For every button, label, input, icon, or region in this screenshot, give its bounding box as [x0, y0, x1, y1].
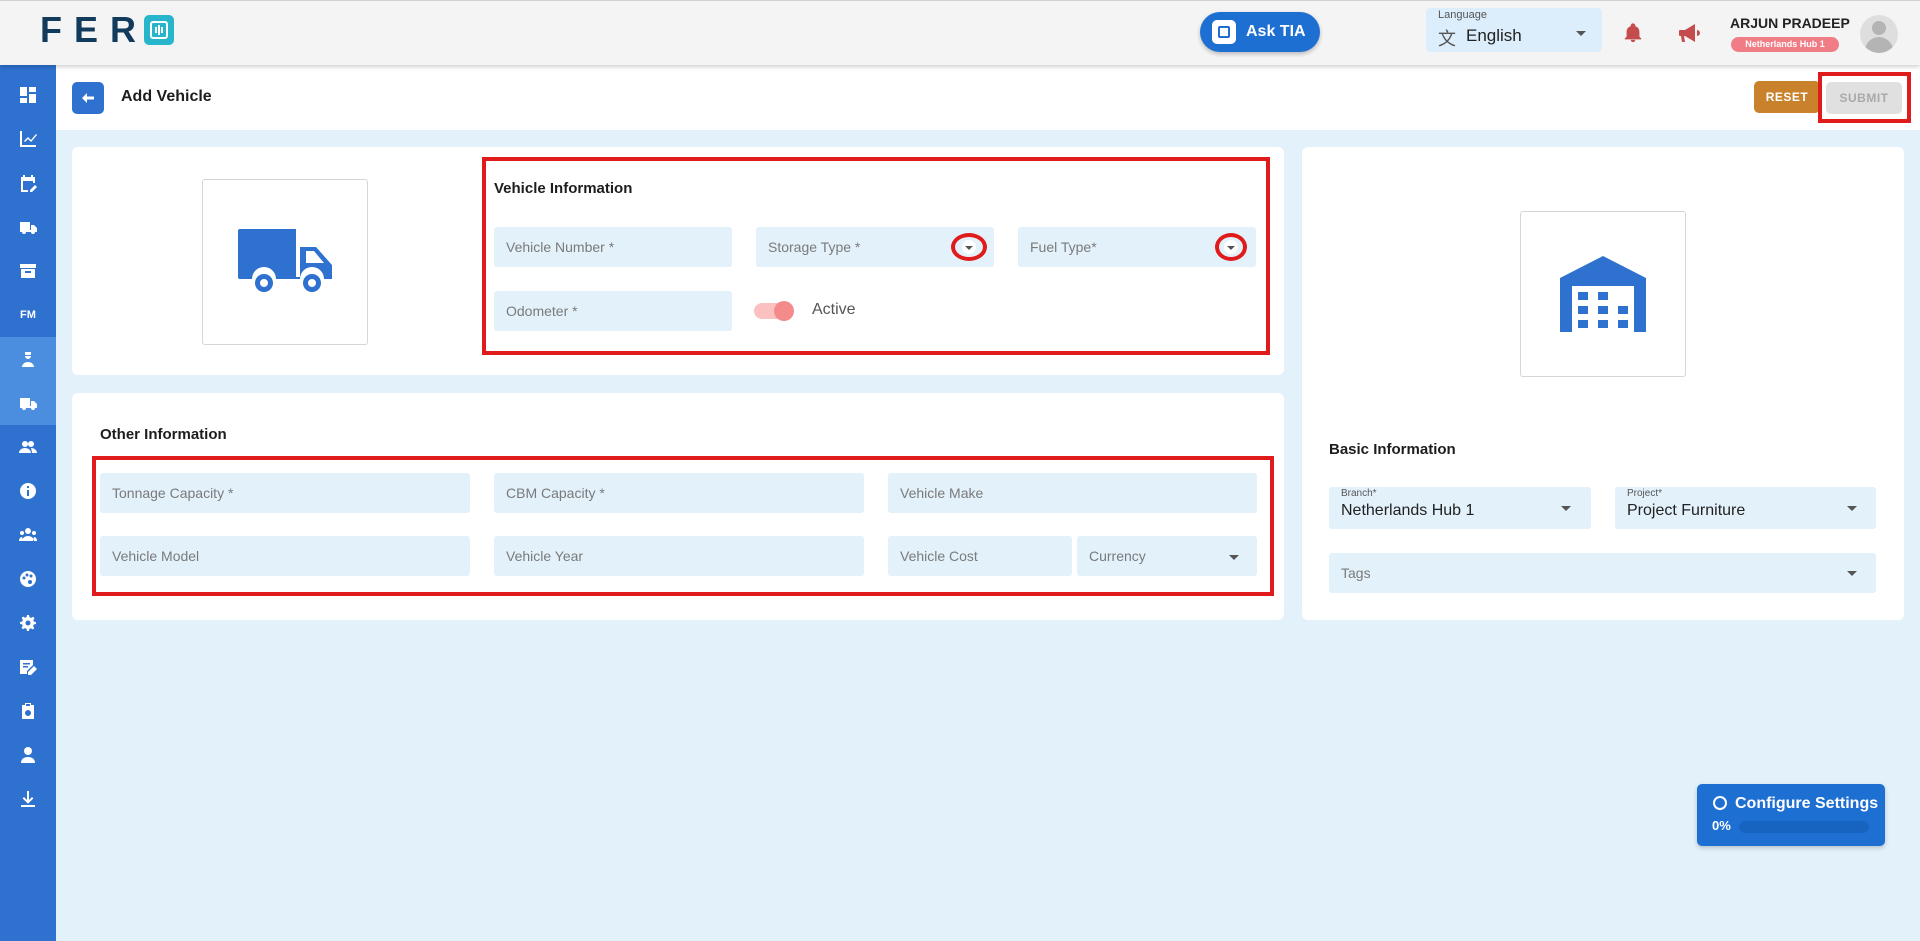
user-name[interactable]: ARJUN PRADEEP [1730, 15, 1850, 31]
project-select[interactable]: Project* Project Furniture [1615, 487, 1876, 529]
chevron-down-icon [1576, 31, 1586, 36]
fm-icon: FM [20, 309, 36, 321]
vehicle-model-input[interactable]: Vehicle Model [100, 536, 470, 576]
tonnage-capacity-input[interactable]: Tonnage Capacity * [100, 473, 470, 513]
edit-document-icon [20, 660, 37, 675]
tia-icon [1212, 20, 1236, 44]
chevron-down-icon [962, 240, 976, 254]
back-button[interactable] [72, 82, 104, 114]
currency-select[interactable]: Currency [1077, 536, 1257, 576]
palette-icon [20, 571, 36, 587]
bell-icon[interactable] [1622, 21, 1644, 45]
logo-o-icon [144, 15, 174, 45]
archive-icon [20, 264, 36, 278]
sidebar-item-user-manage[interactable] [0, 733, 56, 777]
settings-icon [20, 615, 36, 631]
vehicle-number-input[interactable]: Vehicle Number * [494, 227, 732, 267]
sidebar: FM [0, 65, 56, 941]
vehicle-cost-input[interactable]: Vehicle Cost [888, 536, 1072, 576]
sidebar-item-edit-document[interactable] [0, 645, 56, 689]
sidebar-item-download[interactable] [0, 777, 56, 821]
configure-settings-widget[interactable]: Configure Settings 0% [1697, 784, 1885, 846]
user-manage-icon [21, 747, 35, 763]
analytics-icon [20, 131, 37, 147]
sidebar-item-archive[interactable] [0, 249, 56, 293]
team-icon [19, 528, 37, 541]
chevron-down-icon [1847, 506, 1857, 511]
progress-bar [1739, 821, 1869, 833]
branch-select[interactable]: Branch* Netherlands Hub 1 [1329, 487, 1591, 529]
warehouse-image-upload[interactable] [1520, 211, 1686, 377]
sidebar-item-team[interactable] [0, 513, 56, 557]
translate-icon: 文 [1438, 29, 1456, 49]
page-titlebar: Add Vehicle RESET SUBMIT [56, 65, 1920, 130]
vehicle-info-title: Vehicle Information [494, 180, 633, 197]
vehicle-year-input[interactable]: Vehicle Year [494, 536, 864, 576]
vehicle-icon [20, 398, 37, 410]
top-header: FER Ask TIA Language 文 English ARJUN PRA… [0, 0, 1920, 65]
sidebar-item-delivery[interactable] [0, 205, 56, 249]
sidebar-item-analytics[interactable] [0, 117, 56, 161]
sidebar-item-vehicle[interactable] [0, 381, 56, 425]
delivery-truck-icon [20, 222, 37, 234]
megaphone-icon[interactable] [1678, 22, 1704, 44]
chevron-down-icon [1561, 506, 1571, 511]
cbm-capacity-input[interactable]: CBM Capacity * [494, 473, 864, 513]
chevron-down-icon [1847, 571, 1857, 576]
truck-icon [238, 229, 332, 292]
warehouse-icon [1560, 256, 1646, 332]
sidebar-item-fm[interactable]: FM [0, 293, 56, 337]
sidebar-item-driver[interactable] [0, 337, 56, 381]
vehicle-image-upload[interactable] [202, 179, 368, 345]
sidebar-item-info[interactable] [0, 469, 56, 513]
sidebar-item-palette[interactable] [0, 557, 56, 601]
chevron-down-icon [1224, 240, 1238, 254]
download-icon [21, 791, 35, 807]
circle-icon [1713, 796, 1727, 810]
other-info-title: Other Information [100, 426, 227, 443]
clipboard-icon [22, 703, 34, 719]
ask-tia-button[interactable]: Ask TIA [1200, 12, 1320, 52]
dashboard-icon [20, 87, 36, 103]
submit-button[interactable]: SUBMIT [1826, 82, 1902, 114]
sidebar-item-calendar[interactable] [0, 161, 56, 205]
storage-type-select[interactable]: Storage Type * [756, 227, 994, 267]
language-select[interactable]: Language 文 English [1426, 8, 1602, 52]
fuel-type-select[interactable]: Fuel Type* [1018, 227, 1256, 267]
info-icon [20, 483, 36, 499]
driver-icon [22, 352, 34, 367]
sidebar-item-clipboard[interactable] [0, 689, 56, 733]
chevron-down-icon [1229, 555, 1239, 560]
fero-logo[interactable]: FER [40, 9, 174, 50]
sidebar-item-settings[interactable] [0, 601, 56, 645]
tags-select[interactable]: Tags [1329, 553, 1876, 593]
sidebar-item-dashboard[interactable] [0, 73, 56, 117]
vehicle-make-input[interactable]: Vehicle Make [888, 473, 1257, 513]
odometer-input[interactable]: Odometer * [494, 291, 732, 331]
arrow-left-icon [82, 93, 94, 103]
storage-type-dropdown-highlight[interactable] [951, 233, 987, 261]
sidebar-item-users[interactable] [0, 425, 56, 469]
fuel-type-dropdown-highlight[interactable] [1215, 233, 1247, 261]
active-toggle[interactable] [752, 300, 796, 321]
calendar-edit-icon [21, 175, 37, 192]
avatar[interactable] [1860, 15, 1898, 53]
branch-badge: Netherlands Hub 1 [1731, 37, 1839, 52]
reset-button[interactable]: RESET [1754, 81, 1820, 113]
page-title: Add Vehicle [121, 88, 212, 105]
basic-info-title: Basic Information [1329, 441, 1456, 458]
users-icon [19, 441, 37, 453]
active-label: Active [812, 301, 856, 318]
